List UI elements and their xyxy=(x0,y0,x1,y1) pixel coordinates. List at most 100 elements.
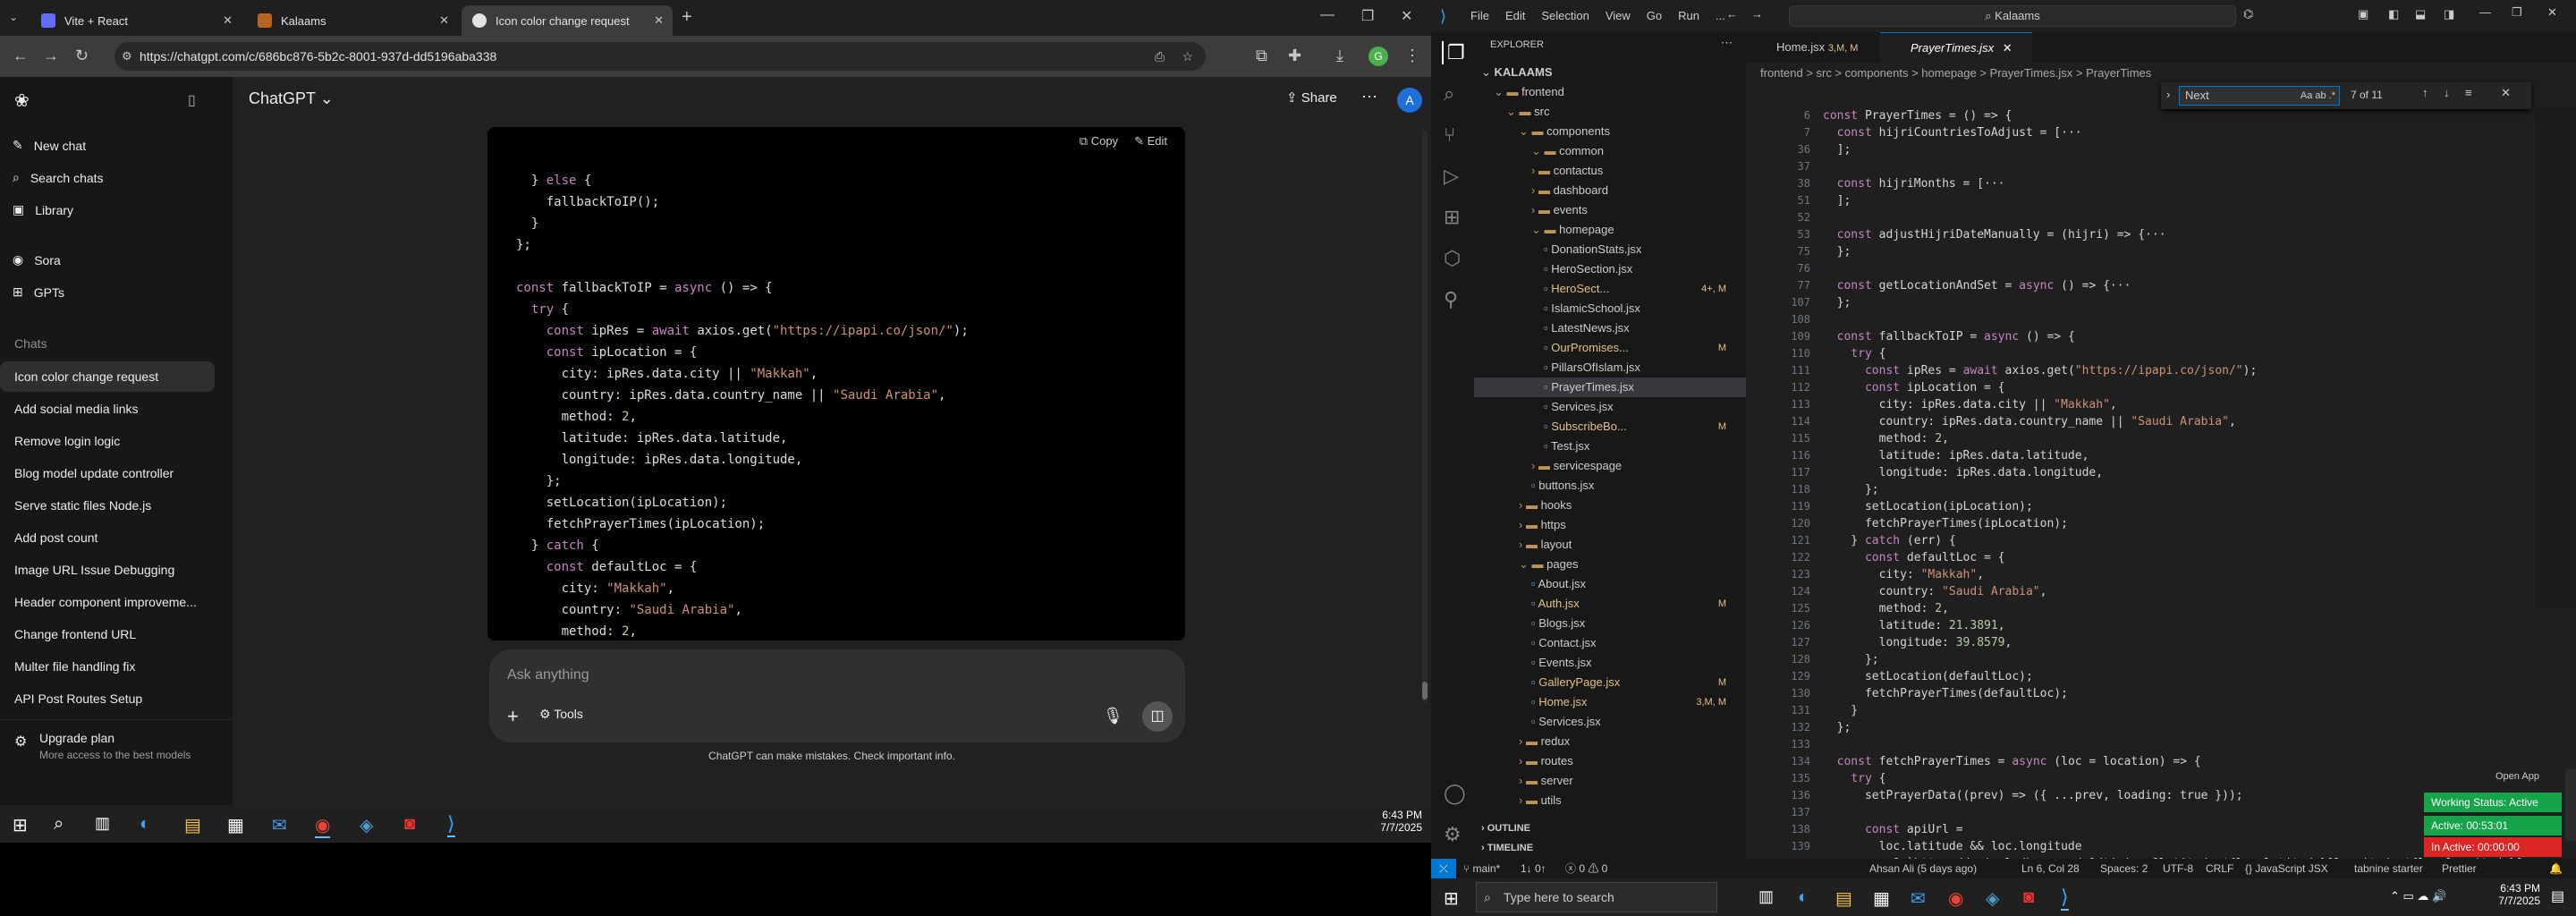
remote-icon[interactable]: ⬡ xyxy=(1444,247,1461,270)
menu-item[interactable]: View xyxy=(1606,9,1631,22)
search-chats-button[interactable]: ⌕ Search chats xyxy=(13,170,104,185)
tray-icons[interactable]: ⌃ ▭ ☁ 🔊 xyxy=(2390,889,2446,903)
user-avatar[interactable]: A xyxy=(1397,88,1422,113)
tree-item[interactable]: ⌄ ▬ common xyxy=(1474,141,1746,161)
site-info-icon[interactable]: ⚙ xyxy=(122,42,132,71)
upgrade-plan-button[interactable]: ⚙ Upgrade plan More access to the best m… xyxy=(0,719,233,805)
sidebar-layout-icon[interactable]: ◧ xyxy=(2388,7,2399,21)
tree-item[interactable]: ▫ Blogs.jsx xyxy=(1474,614,1746,633)
tree-item[interactable]: › ▬ events xyxy=(1474,200,1746,220)
breadcrumb[interactable]: frontend > src > components > homepage >… xyxy=(1760,66,2151,80)
file-explorer-icon[interactable]: ▤ xyxy=(184,814,201,836)
add-attachment-icon[interactable]: + xyxy=(507,705,519,728)
edit-button[interactable]: ✎ Edit xyxy=(1134,134,1167,148)
close-window-icon[interactable]: ✕ xyxy=(1401,7,1412,25)
edge-icon[interactable]: ◐ xyxy=(1798,887,1809,908)
explorer-icon[interactable]: ❐ xyxy=(1442,41,1465,64)
file-explorer-icon[interactable]: ▤ xyxy=(1835,887,1852,910)
tree-item[interactable]: › ▬ redux xyxy=(1474,732,1746,751)
composer[interactable]: Ask anything + ⚙ Tools 🎙 ◫ xyxy=(489,649,1185,742)
match-case-icon[interactable]: Aa ab .* xyxy=(2301,87,2335,105)
chat-history-item[interactable]: Multer file handling fix xyxy=(0,651,215,682)
copilot-icon[interactable]: ⌬ xyxy=(2243,7,2253,21)
tree-item[interactable]: › ▬ https xyxy=(1474,515,1746,535)
tree-item[interactable]: ▫ Services.jsx xyxy=(1474,397,1746,417)
tree-item[interactable]: ▫ PrayerTimes.jsx xyxy=(1474,377,1746,397)
task-view-icon[interactable]: ▥ xyxy=(1758,887,1774,906)
clock-left[interactable]: 6:43 PM 7/7/2025 xyxy=(1360,809,1422,834)
chat-history-item[interactable]: Blog model update controller xyxy=(0,458,215,488)
tab-search-icon[interactable]: ⌄ xyxy=(9,11,18,23)
mongodb-icon[interactable]: ⚲ xyxy=(1444,288,1458,311)
minimize-icon[interactable]: — xyxy=(1320,7,1335,23)
prettier-status[interactable]: Prettier xyxy=(2442,859,2477,878)
menu-item[interactable]: Run xyxy=(1678,9,1699,22)
voice-mode-icon[interactable]: ◫ xyxy=(1142,701,1173,732)
menu-item[interactable]: Go xyxy=(1647,9,1662,22)
tree-item[interactable]: ⌄ ▬ pages xyxy=(1474,555,1746,574)
vscode-taskbar-icon[interactable]: ⟩ xyxy=(447,812,455,837)
tab-home-jsx[interactable]: Home.jsx 3,M, M xyxy=(1746,32,1880,63)
tree-item[interactable]: ▫ Contact.jsx xyxy=(1474,633,1746,653)
tree-item[interactable]: ▫ HeroSection.jsx xyxy=(1474,259,1746,279)
tree-item[interactable]: › ▬ servicespage xyxy=(1474,456,1746,476)
code-editor[interactable]: 6 const PrayerTimes = () => {7 const hijr… xyxy=(1746,107,2533,864)
tree-item[interactable]: ⌄ ▬ src xyxy=(1474,102,1746,122)
tree-item[interactable]: ⌄ ▬ homepage xyxy=(1474,220,1746,240)
profile-avatar[interactable]: G xyxy=(1368,47,1388,66)
maximize-icon[interactable]: ❐ xyxy=(1361,7,1374,25)
layout-icon[interactable]: ▣ xyxy=(2358,7,2368,21)
store-icon[interactable]: ▦ xyxy=(227,814,244,836)
language-mode[interactable]: {} JavaScript JSX xyxy=(2245,859,2328,878)
bell-icon[interactable]: 🔔 xyxy=(2549,859,2563,878)
menu-item[interactable]: Edit xyxy=(1505,9,1525,22)
new-chat-button[interactable]: ✎ New chat xyxy=(13,138,86,153)
extensions-icon[interactable]: ⊞ xyxy=(1444,206,1460,229)
extension-icon[interactable]: ⧉ xyxy=(1256,47,1267,65)
close-icon[interactable]: ✕ xyxy=(439,13,449,28)
chat-history-item[interactable]: Image URL Issue Debugging xyxy=(0,555,215,585)
chat-scrollbar[interactable] xyxy=(1422,131,1428,703)
tree-item[interactable]: ▫ IslamicSchool.jsx xyxy=(1474,299,1746,318)
bookmark-star-icon[interactable]: ☆ xyxy=(1182,42,1193,71)
reload-icon[interactable]: ↻ xyxy=(75,47,89,65)
tree-item[interactable]: › ▬ utils xyxy=(1474,791,1746,810)
active-timer-badge[interactable]: Active: 00:53:01 xyxy=(2424,816,2562,835)
tab-vite[interactable]: Vite + React ✕ xyxy=(30,5,242,36)
secondary-sidebar-icon[interactable]: ◨ xyxy=(2444,7,2454,21)
tree-item[interactable]: ▫ Auth.jsx M xyxy=(1474,594,1746,614)
chat-history-item[interactable]: Serve static files Node.js xyxy=(0,490,215,521)
search-icon[interactable]: ⌕ xyxy=(1444,82,1454,106)
download-icon[interactable]: ⤓ xyxy=(1336,47,1343,65)
open-app-label[interactable]: Open App xyxy=(2496,771,2539,782)
vscode-taskbar-icon[interactable]: ⟩ xyxy=(2061,886,2069,911)
tree-item[interactable]: ▫ About.jsx xyxy=(1474,574,1746,594)
source-control-icon[interactable]: ⑂ xyxy=(1444,123,1455,147)
arrow-up-icon[interactable]: ↑ xyxy=(2422,86,2428,99)
tree-item[interactable]: ⌄ KALAAMS xyxy=(1474,63,1746,82)
notifications-icon[interactable]: ▤ xyxy=(2551,887,2564,905)
close-icon[interactable]: ✕ xyxy=(2003,41,2012,55)
app-icon[interactable]: ◈ xyxy=(1986,887,1999,910)
more-options-icon[interactable]: ⋯ xyxy=(1361,88,1377,106)
chat-history-item[interactable]: API Post Routes Setup xyxy=(0,683,215,714)
settings-gear-icon[interactable]: ⚙ xyxy=(1444,823,1462,846)
chrome-icon[interactable]: ◉ xyxy=(315,814,331,838)
outline-section[interactable]: › OUTLINE xyxy=(1481,823,1530,834)
tree-item[interactable]: ▫ PillarsOfIslam.jsx xyxy=(1474,358,1746,377)
command-center[interactable]: ⌕ Kalaams xyxy=(1789,5,2236,27)
tree-item[interactable]: ▫ Home.jsx 3,M, M xyxy=(1474,692,1746,712)
app2-icon[interactable]: ◙ xyxy=(2023,887,2034,908)
chat-history-item[interactable]: Icon color change request xyxy=(0,361,215,392)
forward-icon[interactable]: → xyxy=(1751,7,1763,21)
tree-item[interactable]: › ▬ dashboard xyxy=(1474,181,1746,200)
tree-item[interactable]: ▫ OurPromises... M xyxy=(1474,338,1746,358)
close-icon[interactable]: ✕ xyxy=(2501,86,2511,100)
tree-item[interactable]: ⌄ ▬ frontend xyxy=(1474,82,1746,102)
tree-item[interactable]: ▫ GalleryPage.jsx M xyxy=(1474,673,1746,692)
back-icon[interactable]: ← xyxy=(1726,7,1738,21)
store-icon[interactable]: ▦ xyxy=(1873,887,1890,910)
tree-item[interactable]: ▫ DonationStats.jsx xyxy=(1474,240,1746,259)
chat-history-item[interactable]: Remove login logic xyxy=(0,426,215,456)
arrow-down-icon[interactable]: ↓ xyxy=(2444,86,2450,99)
